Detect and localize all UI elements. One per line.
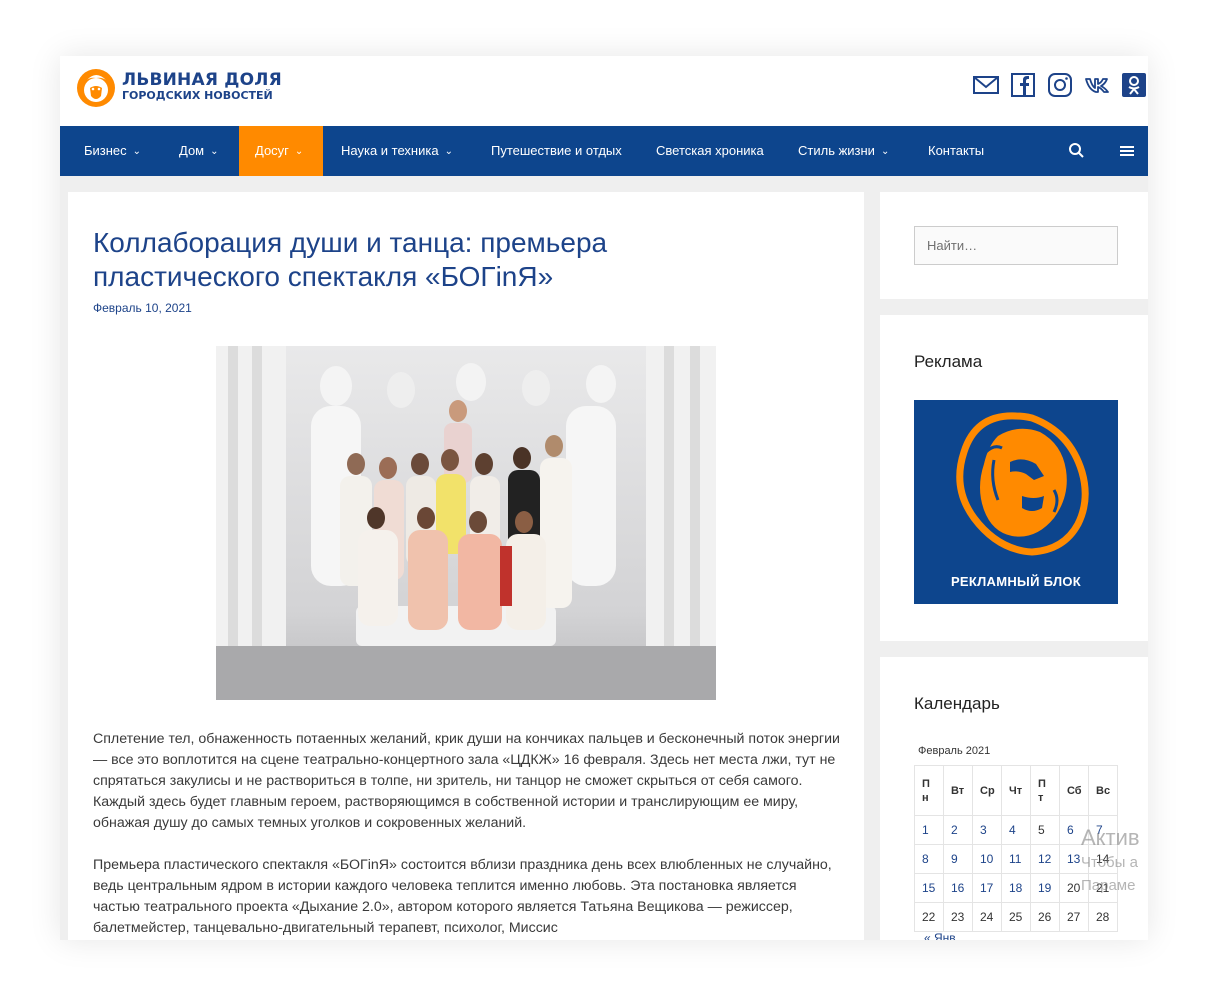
site-header: ЛЬВИНАЯ ДОЛЯ ГОРОДСКИХ НОВОСТЕЙ	[60, 56, 1148, 126]
calendar-prev-link[interactable]: « Янв	[924, 931, 956, 940]
calendar-day[interactable]: 3	[972, 815, 1002, 845]
nav-label: Стиль жизни	[798, 143, 875, 158]
calendar-day: 28	[1088, 902, 1118, 932]
nav-item-contacts[interactable]: Контакты	[912, 126, 1000, 176]
calendar-weekday: Ср	[972, 765, 1002, 816]
nav-item-home[interactable]: Дом ⌄	[163, 126, 235, 176]
article-paragraph: Премьера пластического спектакля «БОГinЯ…	[93, 857, 832, 936]
calendar-day[interactable]: 8	[914, 844, 944, 874]
windows-activation-watermark: Актив Чтобы а Параме	[1081, 825, 1148, 897]
nav-label: Светская хроника	[656, 143, 764, 158]
calendar-day[interactable]: 4	[1001, 815, 1031, 845]
browser-viewport: ЛЬВИНАЯ ДОЛЯ ГОРОДСКИХ НОВОСТЕЙ Бизнес ⌄ …	[60, 56, 1148, 940]
nav-item-society[interactable]: Светская хроника	[640, 126, 780, 176]
watermark-line: Чтобы а	[1081, 854, 1138, 871]
lion-logo-icon	[956, 412, 1089, 556]
calendar-day: 5	[1030, 815, 1060, 845]
chevron-down-icon: ⌄	[210, 146, 219, 157]
calendar-caption: Февраль 2021	[918, 745, 991, 757]
lion-logo-icon[interactable]	[76, 66, 116, 112]
nav-label: Контакты	[928, 143, 985, 158]
chevron-down-icon: ⌄	[294, 146, 304, 157]
calendar-day: 25	[1001, 902, 1031, 932]
nav-item-science[interactable]: Наука и техника ⌄	[325, 126, 469, 176]
calendar-week-row: 22 23 24 25 26 27 28	[914, 902, 1118, 932]
ad-widget-title: Реклама	[914, 352, 983, 371]
search-widget: Найти…	[880, 192, 1148, 299]
search-input[interactable]: Найти…	[914, 226, 1118, 265]
odnoklassniki-icon[interactable]	[1120, 71, 1148, 99]
calendar-day: 27	[1059, 902, 1089, 932]
calendar-day: 24	[972, 902, 1002, 932]
calendar-day[interactable]: 12	[1030, 844, 1060, 874]
search-icon[interactable]	[1067, 141, 1087, 161]
calendar-widget: Календарь Февраль 2021 П н Вт Ср Чт П т Сб Вс …	[880, 657, 1148, 940]
watermark-line: Параме	[1081, 877, 1136, 894]
vk-icon[interactable]	[1083, 71, 1111, 99]
nav-label: Бизнес	[84, 143, 127, 158]
article-paragraph: Сплетение тел, обнаженность потаенных же…	[93, 731, 840, 831]
calendar-weekday: Сб	[1059, 765, 1089, 816]
calendar-day[interactable]: 17	[972, 873, 1002, 903]
article-photo	[216, 346, 716, 700]
calendar-weekday: Вс	[1088, 765, 1118, 816]
nav-label: Путешествие и отдых	[491, 143, 622, 158]
article-title[interactable]: Коллаборация души и танца: премьера плас…	[93, 226, 713, 294]
logo-title[interactable]: ЛЬВИНАЯ ДОЛЯ	[122, 71, 282, 89]
nav-item-travel[interactable]: Путешествие и отдых	[475, 126, 638, 176]
main-navigation: Бизнес ⌄ Дом ⌄ Досуг ⌄ Наука и техника ⌄ Пут…	[60, 126, 1148, 176]
calendar-day: 26	[1030, 902, 1060, 932]
article-date[interactable]: Февраль 10, 2021	[93, 301, 192, 315]
calendar-day: 22	[914, 902, 944, 932]
ad-label: РЕКЛАМНЫЙ БЛОК	[950, 574, 1082, 589]
calendar-day[interactable]: 19	[1030, 873, 1060, 903]
calendar-weekday: Вт	[943, 765, 973, 816]
instagram-icon[interactable]	[1046, 71, 1074, 99]
chevron-down-icon: ⌄	[132, 146, 142, 157]
calendar-widget-title: Календарь	[914, 694, 1000, 713]
chevron-down-icon: ⌄	[880, 146, 890, 157]
watermark-line: Актив	[1081, 825, 1140, 850]
nav-label: Наука и техника	[341, 143, 439, 158]
chevron-down-icon: ⌄	[444, 146, 453, 157]
calendar-day[interactable]: 2	[943, 815, 973, 845]
calendar-day[interactable]: 18	[1001, 873, 1031, 903]
nav-item-lifestyle[interactable]: Стиль жизни ⌄	[782, 126, 905, 176]
nav-label: Дом	[179, 143, 205, 158]
mail-icon[interactable]	[972, 71, 1000, 99]
calendar-day[interactable]: 1	[914, 815, 944, 845]
calendar-weekday: П т	[1030, 765, 1060, 816]
calendar-day[interactable]: 9	[943, 844, 973, 874]
nav-item-business[interactable]: Бизнес ⌄	[60, 126, 165, 176]
calendar-day[interactable]: 11	[1001, 844, 1031, 874]
calendar-weekday: П н	[914, 765, 944, 816]
calendar-day[interactable]: 15	[914, 873, 944, 903]
ad-widget: Реклама РЕКЛАМНЫЙ БЛОК	[880, 315, 1148, 641]
nav-item-leisure[interactable]: Досуг ⌄	[239, 126, 323, 176]
calendar-day[interactable]: 16	[943, 873, 973, 903]
facebook-icon[interactable]	[1009, 71, 1037, 99]
nav-label: Досуг	[255, 143, 289, 158]
menu-icon[interactable]	[1117, 141, 1137, 161]
logo-subtitle[interactable]: ГОРОДСКИХ НОВОСТЕЙ	[122, 89, 273, 102]
ad-banner[interactable]: РЕКЛАМНЫЙ БЛОК	[914, 400, 1118, 604]
calendar-day[interactable]: 10	[972, 844, 1002, 874]
article: Коллаборация души и танца: премьера плас…	[68, 192, 864, 940]
calendar-day: 23	[943, 902, 973, 932]
calendar-weekday: Чт	[1001, 765, 1031, 816]
